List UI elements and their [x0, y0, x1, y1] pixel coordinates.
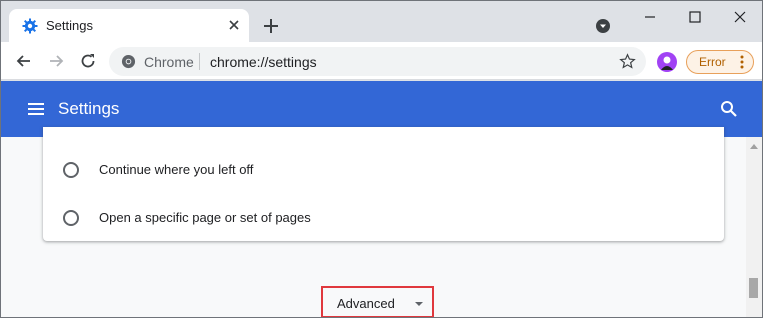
page-title: Settings	[58, 99, 120, 118]
scrollbar-thumb[interactable]	[749, 278, 758, 298]
option-label: Continue where you left off	[99, 162, 254, 177]
site-chip: Chrome	[144, 54, 194, 70]
address-bar[interactable]: Chrome chrome://settings	[109, 47, 646, 76]
option-label: Open a specific page or set of pages	[99, 210, 311, 225]
close-tab-icon[interactable]	[226, 17, 242, 33]
forward-icon[interactable]	[46, 51, 66, 71]
startup-option-specific-pages[interactable]: Open a specific page or set of pages	[43, 194, 724, 242]
toolbar: Chrome chrome://settings Error	[1, 42, 762, 80]
omnibox-divider	[199, 53, 200, 70]
on-startup-card: Continue where you left off Open a speci…	[43, 127, 724, 241]
search-icon[interactable]	[719, 99, 739, 119]
tab-strip: Settings	[1, 1, 762, 42]
bookmark-star-icon[interactable]	[619, 53, 636, 70]
tab-title: Settings	[46, 18, 93, 33]
menu-icon[interactable]	[26, 99, 46, 119]
avatar[interactable]	[657, 52, 677, 72]
new-tab-icon[interactable]	[262, 17, 280, 35]
scrollbar[interactable]	[746, 137, 762, 317]
more-vert-icon	[740, 55, 744, 69]
user-icon	[661, 56, 673, 70]
arrow-drop-down-icon	[415, 302, 423, 306]
url-text[interactable]: chrome://settings	[210, 54, 317, 70]
back-icon[interactable]	[14, 51, 34, 71]
minimize-icon[interactable]	[640, 7, 660, 27]
tab-settings[interactable]: Settings	[9, 9, 249, 42]
close-window-icon[interactable]	[730, 7, 750, 27]
reload-icon[interactable]	[78, 51, 98, 71]
settings-content: Continue where you left off Open a speci…	[1, 127, 762, 317]
gear-icon	[22, 18, 38, 34]
startup-option-continue[interactable]: Continue where you left off	[43, 146, 724, 194]
error-label: Error	[699, 55, 726, 69]
advanced-label: Advanced	[337, 296, 395, 311]
browser-window: Settings Chrome chrome://settings Error …	[0, 0, 763, 318]
radio-button[interactable]	[63, 210, 79, 226]
profile-error-button[interactable]: Error	[686, 50, 754, 74]
maximize-icon[interactable]	[685, 7, 705, 27]
radio-button[interactable]	[63, 162, 79, 178]
chrome-icon	[121, 54, 136, 69]
scroll-up-arrow-icon[interactable]	[750, 143, 758, 149]
advanced-button[interactable]: Advanced	[321, 286, 434, 317]
tab-search-icon[interactable]	[595, 18, 611, 34]
